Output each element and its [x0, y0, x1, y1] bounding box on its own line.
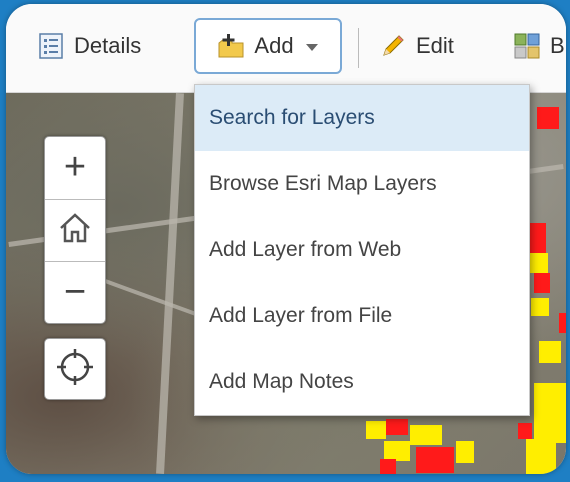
map-feature [380, 459, 396, 474]
map-feature [534, 383, 566, 443]
zoom-out-button[interactable]: − [45, 261, 105, 322]
home-icon [58, 212, 92, 249]
basemap-grid-icon [514, 33, 540, 59]
map-feature [559, 313, 566, 333]
app-window: Details Add Edit B + − Search for Layers… [6, 4, 566, 474]
locate-button[interactable] [44, 338, 106, 400]
plus-icon: + [63, 146, 87, 188]
edit-button[interactable]: Edit [380, 18, 454, 74]
map-feature [537, 107, 559, 129]
menu-item-search-for-layers[interactable]: Search for Layers [195, 85, 529, 151]
map-feature [531, 298, 549, 316]
menu-item-browse-esri-map-layers[interactable]: Browse Esri Map Layers [195, 151, 529, 217]
details-label: Details [74, 33, 142, 58]
menu-item-add-layer-from-file[interactable]: Add Layer from File [195, 283, 529, 349]
menu-item-add-layer-from-web[interactable]: Add Layer from Web [195, 217, 529, 283]
chevron-down-icon [305, 44, 318, 51]
minus-icon: − [63, 271, 87, 313]
map-feature [366, 421, 386, 439]
toolbar: Details Add Edit B [6, 4, 566, 93]
edit-label: Edit [416, 33, 454, 58]
map-feature [528, 253, 548, 273]
crosshair-icon [55, 347, 95, 392]
map-feature [534, 273, 550, 293]
zoom-in-button[interactable]: + [45, 137, 105, 197]
basemap-label: B [550, 33, 565, 58]
map-feature [384, 441, 410, 461]
basemap-button[interactable]: B [514, 18, 565, 74]
home-button[interactable] [45, 199, 105, 260]
add-button[interactable]: Add [194, 18, 342, 74]
map-feature [456, 441, 474, 463]
map-feature [539, 341, 561, 363]
add-dropdown-menu: Search for Layers Browse Esri Map Layers… [194, 84, 530, 416]
add-layer-icon [218, 33, 244, 59]
map-feature [416, 447, 454, 473]
toolbar-separator [358, 28, 359, 68]
map-road [156, 93, 184, 474]
add-label: Add [254, 33, 294, 58]
map-feature [528, 223, 546, 253]
map-feature [410, 425, 442, 445]
zoom-control: + − [44, 136, 106, 324]
map-feature [386, 419, 408, 435]
menu-item-add-map-notes[interactable]: Add Map Notes [195, 349, 529, 415]
details-icon [38, 33, 64, 59]
pencil-icon [380, 33, 406, 59]
map-feature [518, 423, 532, 439]
map-feature [526, 439, 556, 474]
details-button[interactable]: Details [38, 18, 141, 74]
